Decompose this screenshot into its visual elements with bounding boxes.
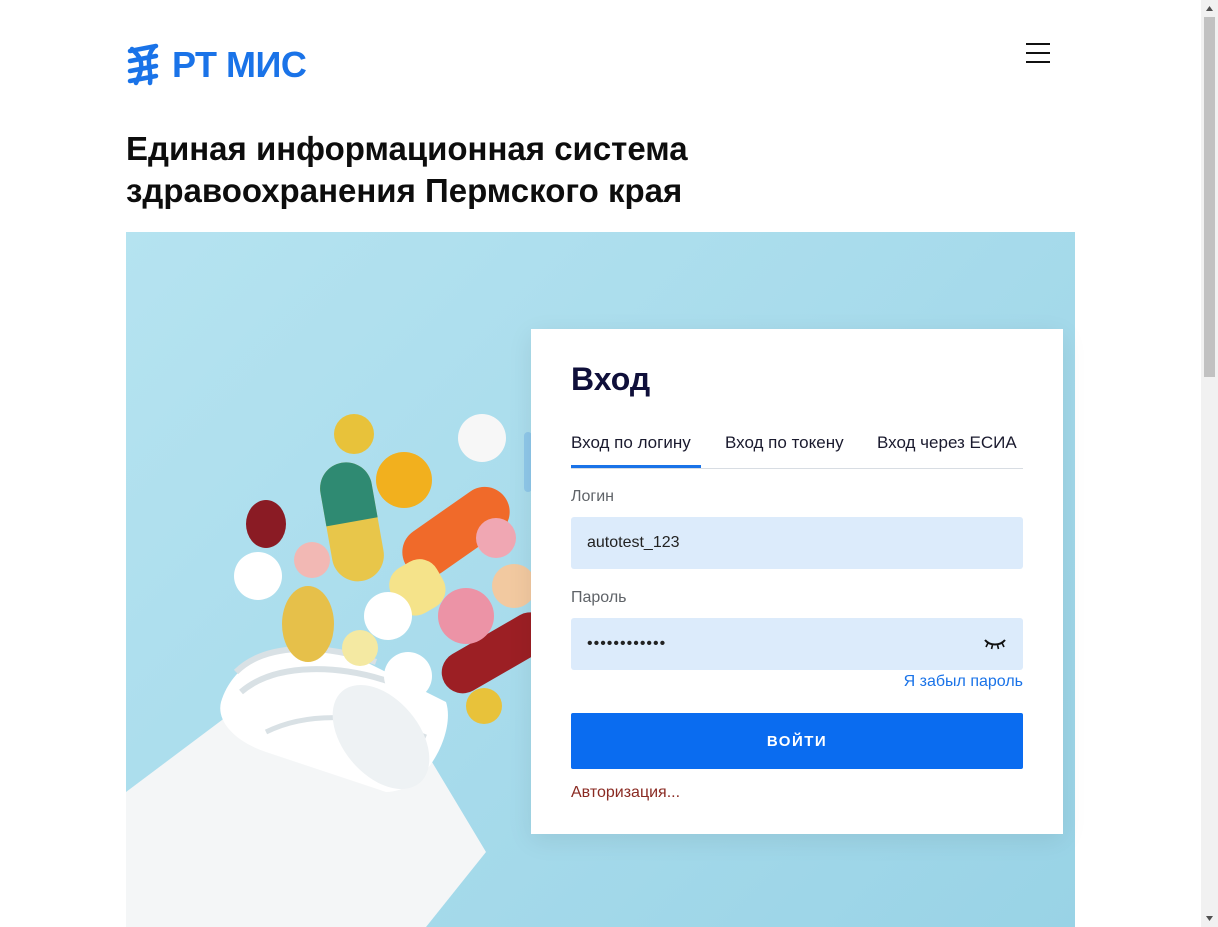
tablet-white [364, 592, 412, 640]
dna-helix-logo-icon [127, 43, 159, 86]
forgot-password-link[interactable]: Я забыл пароль [904, 673, 1023, 691]
scroll-up-arrow-icon[interactable] [1201, 0, 1218, 17]
hamburger-menu-icon[interactable] [1024, 40, 1052, 66]
tab-esia[interactable]: Вход через ЕСИА [877, 433, 1017, 453]
menu-line [1026, 52, 1050, 54]
menu-line [1026, 43, 1050, 45]
login-label: Логин [571, 488, 615, 505]
rtmis-logo[interactable]: РТ МИС [126, 42, 307, 88]
tablet-white [384, 652, 432, 700]
login-submit-button[interactable]: ВОЙТИ [571, 713, 1023, 769]
menu-line [1026, 61, 1050, 63]
active-tab-indicator [571, 465, 701, 468]
login-tabs: Вход по логину Вход по токену Вход через… [571, 429, 1023, 469]
password-input[interactable] [571, 618, 1023, 670]
softgel-gold [466, 688, 502, 724]
login-card: Вход Вход по логину Вход по токену Вход … [531, 329, 1063, 834]
tab-login[interactable]: Вход по логину [571, 433, 691, 453]
tablet-pink [294, 542, 330, 578]
tablet-peach [492, 564, 536, 608]
vertical-scrollbar[interactable] [1201, 0, 1218, 927]
tablet-white [458, 414, 506, 462]
tablet-white [234, 552, 282, 600]
scrollbar-thumb[interactable] [1204, 17, 1215, 377]
tablet-orange [376, 452, 432, 508]
softgel-red [246, 500, 286, 548]
tablet-pink [438, 588, 494, 644]
softgel-gold [282, 586, 334, 662]
eye-closed-icon[interactable] [983, 636, 1007, 652]
login-input[interactable] [571, 517, 1023, 569]
login-title: Вход [571, 361, 651, 397]
scroll-down-arrow-icon[interactable] [1201, 910, 1218, 927]
softgel-gold [334, 414, 374, 454]
tablet-yellow [342, 630, 378, 666]
page-title: Единая информационная система здравоохра… [126, 130, 688, 209]
logo-text: РТ МИС [172, 44, 307, 85]
auth-status-text: Авторизация... [571, 784, 681, 801]
password-label: Пароль [571, 589, 627, 606]
tab-token[interactable]: Вход по токену [725, 433, 844, 453]
tablet-pink [476, 518, 516, 558]
pill-bottle [126, 645, 486, 927]
page: РТ МИС Единая информационная система здр… [0, 0, 1201, 927]
